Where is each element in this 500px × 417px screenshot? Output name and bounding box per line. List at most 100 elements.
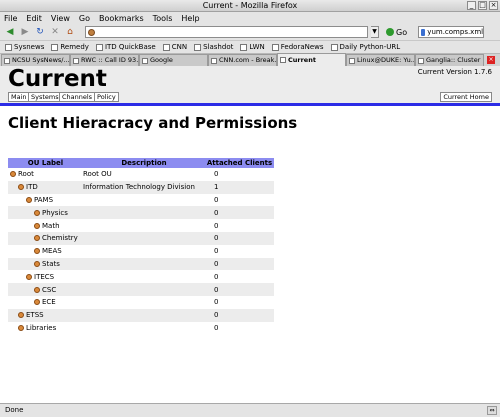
menu-file[interactable]: File: [4, 14, 17, 23]
ou-label-cell: PAMS: [8, 194, 83, 207]
bookmark-icon: [240, 43, 248, 51]
ou-label-link[interactable]: PAMS: [34, 196, 53, 204]
menu-bookmarks[interactable]: Bookmarks: [99, 14, 144, 23]
attached-clients-cell: 0: [214, 272, 219, 281]
bookmark-remedy[interactable]: Remedy: [51, 43, 89, 51]
ou-label-link[interactable]: Root: [18, 170, 34, 178]
bookmark-itd-quickbase[interactable]: ITD QuickBase: [95, 43, 156, 51]
ou-node-icon: [34, 235, 40, 242]
ou-description-cell: Root OU: [83, 170, 112, 179]
close-icon[interactable]: ×: [489, 1, 498, 10]
ou-description-cell: [83, 257, 205, 271]
url-field[interactable]: [85, 26, 368, 38]
nav-tab-channels[interactable]: Channels: [59, 92, 96, 102]
ou-description-cell: [83, 206, 205, 220]
tab-favicon-icon: [142, 57, 148, 64]
attached-clients-cell: 0: [205, 206, 274, 220]
search-input[interactable]: yum.comps.xml: [418, 26, 485, 38]
status-text: Done: [5, 406, 24, 414]
ou-label-cell: ITD: [8, 180, 83, 194]
bookmark-fedoranews[interactable]: FedoraNews: [271, 43, 324, 51]
url-dropdown-icon[interactable]: ▼: [371, 26, 379, 38]
current-home-link[interactable]: Current Home: [440, 92, 492, 102]
ou-label-cell: ITECS: [8, 270, 83, 283]
nav-tab-policy[interactable]: Policy: [94, 92, 119, 102]
ou-label-link[interactable]: Math: [42, 222, 60, 230]
ou-label-link[interactable]: MEAS: [42, 247, 62, 255]
bookmark-lwn[interactable]: LWN: [240, 43, 265, 51]
browser-tab[interactable]: Linux@DUKE: Yu...: [346, 54, 415, 66]
table-row: Chemistry 0: [8, 231, 274, 245]
ou-label-cell: CSC: [8, 283, 83, 296]
browser-tab-active[interactable]: Current: [277, 53, 346, 66]
browser-tab[interactable]: RWC :: Call ID 93...: [70, 54, 139, 66]
tab-favicon-icon: [4, 57, 10, 64]
ou-label-link[interactable]: ETSS: [26, 311, 44, 319]
bookmark-label: Slashdot: [203, 43, 234, 51]
browser-tab[interactable]: Google: [139, 54, 208, 66]
browser-tab[interactable]: CNN.com - Break...: [208, 54, 277, 66]
reload-icon[interactable]: ↻: [34, 26, 46, 38]
table-row: Math 0: [8, 219, 274, 232]
tab-label: CNN.com - Break...: [219, 56, 277, 64]
tab-favicon-icon: [349, 57, 355, 64]
back-arrow-icon[interactable]: ◀: [4, 26, 16, 38]
resize-grip-icon[interactable]: ⇔: [487, 406, 497, 415]
site-title: Current: [8, 66, 107, 92]
home-icon[interactable]: ⌂: [64, 26, 76, 38]
stop-icon[interactable]: ✕: [49, 26, 61, 38]
ou-label-link[interactable]: ITECS: [34, 273, 54, 281]
ou-label-cell: Libraries: [8, 322, 83, 335]
attached-clients-cell: 0: [214, 170, 219, 179]
page-viewport: Current Current Version 1.7.6 Main Syste…: [0, 66, 500, 403]
tab-label: Ganglia:: Cluster ...: [426, 56, 484, 64]
bookmark-icon: [194, 43, 202, 51]
window-controls: _ □ ×: [467, 1, 498, 10]
menu-tools[interactable]: Tools: [153, 14, 173, 23]
menu-view[interactable]: View: [51, 14, 70, 23]
nav-tab-systems[interactable]: Systems: [28, 92, 62, 102]
bookmark-label: CNN: [171, 43, 188, 51]
bookmark-slashdot[interactable]: Slashdot: [194, 43, 233, 51]
ou-label-link[interactable]: Stats: [42, 260, 60, 268]
tab-favicon-icon: [73, 57, 79, 64]
menu-go[interactable]: Go: [79, 14, 90, 23]
forward-arrow-icon[interactable]: ▶: [19, 26, 31, 38]
ou-node-icon: [26, 196, 32, 203]
menu-help[interactable]: Help: [181, 14, 199, 23]
maximize-icon[interactable]: □: [478, 1, 487, 10]
ou-label-link[interactable]: ITD: [26, 183, 38, 191]
minimize-icon[interactable]: _: [467, 1, 476, 10]
column-header-description: Description: [83, 158, 205, 168]
column-header-ou-label: OU Label: [8, 158, 83, 168]
version-label: Current Version 1.7.6: [417, 68, 492, 76]
ou-label-link[interactable]: Physics: [42, 209, 68, 217]
ou-node-icon: [34, 222, 40, 229]
close-tab-icon[interactable]: ×: [487, 56, 495, 64]
attached-clients-cell: 0: [214, 247, 219, 256]
ou-node-icon: [34, 260, 40, 267]
go-button[interactable]: Go: [386, 28, 407, 37]
attached-clients-cell: 0: [214, 298, 219, 307]
bookmark-label: Remedy: [60, 43, 89, 51]
navigation-toolbar: ◀ ▶ ↻ ✕ ⌂ ▼ Go yum.comps.xml: [0, 24, 500, 40]
browser-tab[interactable]: NCSU SysNews/...: [1, 54, 70, 66]
go-icon: [386, 28, 394, 36]
go-label: Go: [396, 27, 408, 37]
site-header: Current Current Version 1.7.6: [0, 66, 500, 92]
bookmark-icon: [5, 43, 12, 51]
ou-label-link[interactable]: Libraries: [26, 324, 56, 332]
browser-tab[interactable]: Ganglia:: Cluster ...: [415, 54, 484, 66]
attached-clients-cell: 0: [205, 283, 274, 296]
bookmark-cnn[interactable]: CNN: [162, 43, 188, 51]
header-divider: [0, 103, 500, 106]
status-bar: Done ⇔: [0, 403, 500, 417]
attached-clients-cell: 0: [214, 323, 219, 332]
bookmark-sysnews[interactable]: Sysnews: [5, 43, 44, 51]
ou-label-link[interactable]: ECE: [42, 298, 56, 306]
ou-label-link[interactable]: Chemistry: [42, 234, 78, 242]
bookmark-daily-python-url[interactable]: Daily Python-URL: [330, 43, 400, 51]
nav-tab-main[interactable]: Main: [8, 92, 30, 102]
ou-label-link[interactable]: CSC: [42, 286, 56, 294]
menu-edit[interactable]: Edit: [26, 14, 42, 23]
